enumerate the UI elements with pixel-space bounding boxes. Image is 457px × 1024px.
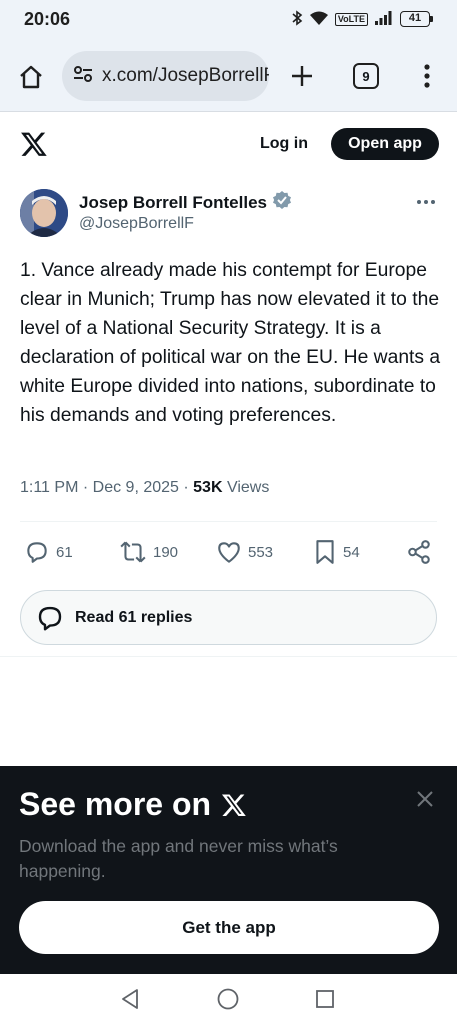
promo-title-text: See more on: [19, 786, 212, 822]
browser-toolbar: x.com/JosepBorrellF 9: [0, 38, 457, 112]
system-nav-bar: [0, 974, 457, 1024]
meta-separator: ·: [183, 479, 189, 496]
repost-button[interactable]: 190: [119, 532, 178, 572]
browser-menu-button[interactable]: [416, 60, 438, 92]
repost-count: 190: [153, 543, 179, 561]
home-circle-icon: [217, 988, 239, 1010]
url-text[interactable]: x.com/JosepBorrellF: [102, 65, 269, 87]
status-bar: 20:06 VoLTE 41: [0, 0, 457, 38]
reply-count: 61: [56, 543, 73, 561]
battery-level: 41: [400, 11, 430, 27]
like-count: 553: [248, 543, 274, 561]
post-actions: 61 190 553 54: [20, 532, 437, 572]
back-triangle-icon: [122, 989, 138, 1009]
get-app-button[interactable]: Get the app: [19, 901, 439, 954]
recents-square-icon: [316, 990, 334, 1008]
author-name-text[interactable]: Josep Borrell Fontelles: [79, 193, 267, 213]
back-button[interactable]: [117, 986, 143, 1012]
reply-icon: [27, 542, 47, 563]
repost-icon: [120, 541, 146, 563]
post-time[interactable]: 1:11 PM: [20, 479, 78, 496]
wifi-icon: [309, 10, 329, 29]
divider: [20, 521, 437, 522]
author-handle[interactable]: @JosepBorrellF: [79, 215, 194, 233]
post-more-button[interactable]: [414, 192, 438, 212]
more-horizontal-icon: [417, 200, 435, 204]
home-icon: [20, 65, 42, 89]
promo-description: Download the app and never miss what’s h…: [19, 836, 338, 881]
heart-icon: [218, 542, 240, 563]
author-name[interactable]: Josep Borrell Fontelles: [79, 190, 292, 215]
bookmark-count: 54: [343, 543, 360, 561]
bookmark-button[interactable]: 54: [313, 532, 360, 572]
x-logo-icon[interactable]: [20, 130, 48, 158]
x-header: Log in Open app: [0, 112, 457, 174]
recents-button[interactable]: [312, 986, 338, 1012]
read-replies-label[interactable]: Read 61 replies: [75, 609, 192, 627]
app-promo-sheet: See more on Download the app and never m…: [0, 766, 457, 974]
meta-separator: ·: [82, 479, 89, 496]
home-nav-button[interactable]: [215, 986, 241, 1012]
like-button[interactable]: 553: [216, 532, 273, 572]
volte-icon: VoLTE: [334, 12, 368, 26]
bookmark-icon: [316, 540, 334, 564]
open-app-button[interactable]: Open app: [331, 128, 439, 160]
section-divider: [0, 656, 457, 657]
replies-icon: [38, 606, 62, 630]
post-text: 1. Vance already made his contempt for E…: [20, 260, 441, 426]
verified-badge-icon: [272, 190, 292, 215]
address-bar[interactable]: x.com/JosepBorrellF: [62, 51, 269, 101]
battery-icon: 41: [400, 11, 433, 27]
promo-title: See more on: [19, 786, 247, 823]
signal-icon: [374, 10, 394, 29]
site-settings-icon[interactable]: [72, 63, 94, 90]
close-icon: [417, 791, 433, 807]
more-vertical-icon: [424, 64, 430, 88]
plus-icon: [292, 66, 312, 86]
close-button[interactable]: [414, 788, 436, 810]
avatar[interactable]: [20, 189, 68, 237]
views-count: 53K: [193, 479, 223, 496]
share-icon: [408, 540, 430, 564]
status-icons: VoLTE 41: [291, 9, 433, 29]
login-button[interactable]: Log in: [252, 128, 316, 160]
status-time: 20:06: [24, 8, 71, 29]
x-logo-icon: [222, 793, 246, 816]
reply-button[interactable]: 61: [24, 532, 73, 572]
bluetooth-icon: [291, 9, 303, 29]
share-button[interactable]: [406, 532, 432, 572]
new-tab-button[interactable]: [286, 60, 318, 92]
home-button[interactable]: [14, 60, 48, 94]
views-label: Views: [226, 479, 270, 496]
tab-switcher-button[interactable]: 9: [353, 63, 379, 89]
post-meta: 1:11 PM · Dec 9, 2025 · 53K Views: [20, 479, 269, 497]
read-replies-button[interactable]: Read 61 replies: [20, 590, 437, 645]
post-date[interactable]: Dec 9, 2025: [93, 479, 179, 496]
